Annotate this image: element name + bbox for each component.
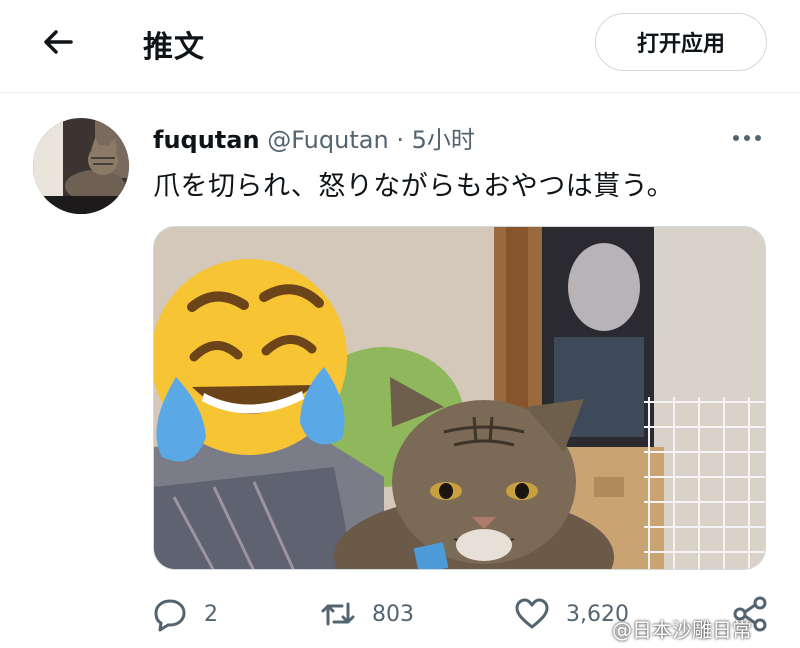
avatar[interactable]	[33, 118, 129, 214]
back-arrow-icon	[44, 30, 73, 54]
retweet-icon	[321, 602, 355, 626]
more-button[interactable]	[727, 126, 767, 150]
reply-icon	[154, 599, 186, 632]
like-icon	[515, 598, 549, 629]
back-button[interactable]	[38, 22, 78, 62]
reply-count: 2	[204, 601, 218, 627]
tweet-header: fuqutan @Fuqutan · 5小时	[153, 120, 475, 155]
display-name[interactable]: fuqutan	[153, 126, 260, 154]
retweet-button[interactable]: 803	[318, 592, 414, 636]
more-icon	[733, 135, 761, 141]
retweet-count: 803	[372, 601, 414, 627]
page-title: 推文	[143, 30, 205, 65]
tweet-media-image[interactable]	[153, 226, 766, 570]
user-handle[interactable]: @Fuqutan	[267, 126, 388, 154]
top-bar: 推文 打开应用	[0, 0, 800, 93]
watermark: @日本沙雕日常	[612, 618, 752, 642]
open-app-button[interactable]: 打开应用	[595, 13, 767, 71]
separator-dot: ·	[396, 126, 404, 154]
tweet-time[interactable]: 5小时	[412, 126, 475, 154]
tweet-text: 爪を切られ、怒りながらもおやつは貰う。	[153, 171, 675, 202]
reply-button[interactable]: 2	[150, 592, 218, 636]
